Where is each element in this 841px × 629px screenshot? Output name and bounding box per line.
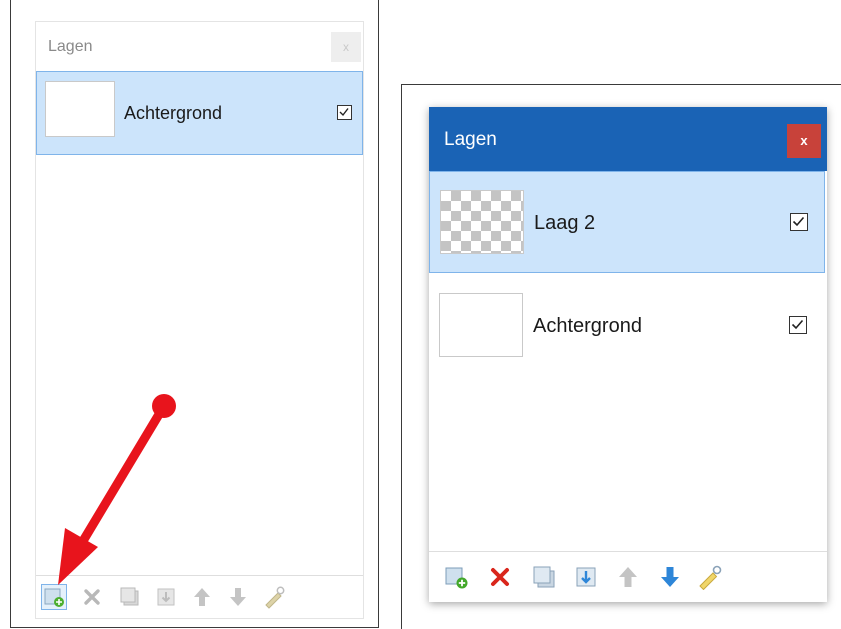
close-button[interactable]: x [331,32,361,62]
layer-row-achtergrond[interactable]: Achtergrond [36,71,363,155]
move-layer-down-icon[interactable] [226,585,250,609]
delete-layer-icon[interactable] [80,585,104,609]
delete-layer-icon[interactable] [487,564,513,590]
layer-properties-icon[interactable] [262,585,286,609]
close-button[interactable]: x [787,124,821,158]
merge-layer-down-icon[interactable] [573,564,599,590]
duplicate-layer-icon[interactable] [531,564,557,590]
layer-name: Achtergrond [124,103,223,123]
merge-layer-down-icon[interactable] [154,585,178,609]
layer-visibility-checkbox[interactable] [789,316,807,334]
layer-properties-icon[interactable] [697,564,723,591]
layer-visibility-checkbox[interactable] [790,213,808,231]
layer-name: Achtergrond [533,315,642,337]
layers-panel-inactive: Lagen x Achtergrond [35,21,364,619]
add-layer-icon[interactable] [41,584,67,610]
layer-thumbnail [439,293,523,357]
panel-title-bar[interactable]: Lagen x [429,107,827,171]
panel-title: Lagen [48,38,93,55]
layers-toolbar [429,551,827,602]
move-layer-up-icon[interactable] [190,585,214,609]
layer-row-laag-2[interactable]: Laag 2 [429,171,825,273]
panel-title: Lagen [444,129,497,150]
add-layer-icon[interactable] [443,564,469,590]
layers-toolbar [36,575,363,618]
layer-thumbnail-transparent [440,190,524,254]
duplicate-layer-icon[interactable] [118,585,142,609]
layer-visibility-checkbox[interactable] [337,105,352,120]
layer-name: Laag 2 [534,212,596,234]
move-layer-down-icon[interactable] [657,564,683,590]
move-layer-up-icon[interactable] [615,564,641,590]
layer-row-achtergrond[interactable]: Achtergrond [429,275,825,377]
layer-thumbnail [45,81,115,137]
layers-panel-active: Lagen x Laag 2 Achtergrond [429,107,827,602]
